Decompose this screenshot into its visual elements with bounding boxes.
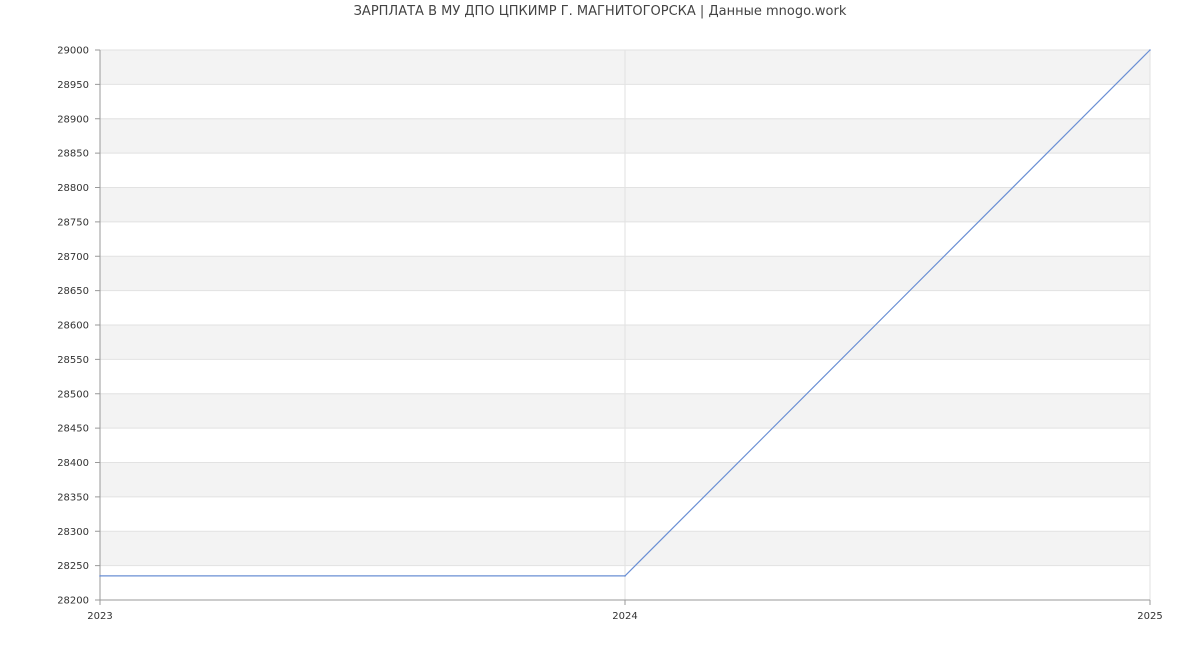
y-tick-label: 28550 (57, 355, 89, 366)
x-tick-label: 2024 (612, 611, 637, 622)
data-point (624, 575, 626, 577)
y-tick-label: 28900 (57, 114, 89, 125)
y-tick-label: 29000 (57, 46, 89, 57)
y-tick-label: 28700 (57, 252, 89, 263)
x-tick-label: 2025 (1137, 611, 1162, 622)
y-tick-label: 28950 (57, 80, 89, 91)
y-tick-labels: 28200 28250 28300 28350 28400 28450 28500 28550… (57, 46, 89, 607)
y-tick-label: 28250 (57, 561, 89, 572)
y-tick-label: 28300 (57, 527, 89, 538)
x-tick-label: 2023 (87, 611, 112, 622)
y-tick-label: 28600 (57, 321, 89, 332)
y-tick-label: 28650 (57, 286, 89, 297)
chart-container: ЗАРПЛАТА В МУ ДПО ЦПКИМР Г. МАГНИТОГОРСК… (0, 0, 1200, 650)
data-point (1149, 49, 1151, 51)
y-tick-label: 28500 (57, 389, 89, 400)
y-tick-label: 28200 (57, 596, 89, 607)
y-tick-label: 28450 (57, 424, 89, 435)
y-tick-label: 28350 (57, 492, 89, 503)
y-tick-label: 28800 (57, 183, 89, 194)
data-point (99, 575, 101, 577)
y-tick-label: 28750 (57, 217, 89, 228)
y-tick-label: 28400 (57, 458, 89, 469)
line-chart: 28200 28250 28300 28350 28400 28450 28500 28550… (57, 46, 1163, 623)
y-tick-label: 28850 (57, 149, 89, 160)
x-tick-labels: 2023 2024 2025 (87, 611, 1162, 622)
